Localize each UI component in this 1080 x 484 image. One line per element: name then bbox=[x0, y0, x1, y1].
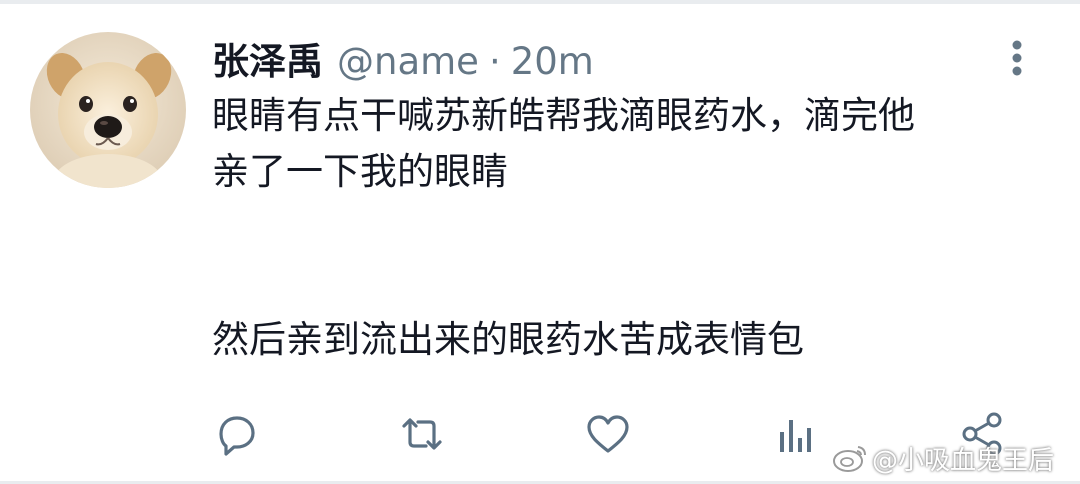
watermark-text: @小吸血鬼王后 bbox=[872, 446, 1055, 476]
heart-icon bbox=[587, 415, 629, 453]
timestamp[interactable]: 20m bbox=[511, 36, 594, 88]
tweet-body: 眼睛有点干喊苏新皓帮我滴眼药水，滴完他 亲了一下我的眼睛 然后亲到流出来的眼药水… bbox=[212, 88, 1032, 368]
tweet-card: 张泽禹 @name · 20m 眼睛有点干喊苏新皓帮我滴眼药水，滴完他 亲了一下… bbox=[0, 0, 1080, 484]
like-button[interactable] bbox=[584, 410, 632, 458]
tweet-text-line: 然后亲到流出来的眼药水苦成表情包 bbox=[212, 318, 804, 361]
separator-dot: · bbox=[488, 40, 501, 83]
top-divider bbox=[0, 0, 1080, 4]
analytics-button[interactable] bbox=[772, 410, 820, 458]
avatar[interactable] bbox=[30, 32, 186, 188]
tweet-header: 张泽禹 @name · 20m bbox=[212, 36, 594, 88]
more-options-button[interactable] bbox=[1000, 38, 1034, 78]
tweet-text-line: 眼睛有点干喊苏新皓帮我滴眼药水，滴完他 bbox=[212, 94, 915, 137]
analytics-icon bbox=[780, 420, 811, 452]
tweet-text-line: 亲了一下我的眼睛 bbox=[212, 150, 508, 193]
author-name[interactable]: 张泽禹 bbox=[212, 36, 323, 88]
reply-icon bbox=[219, 416, 255, 456]
puppy-avatar-image bbox=[30, 32, 186, 188]
retweet-icon bbox=[402, 418, 442, 450]
weibo-logo-icon bbox=[832, 443, 868, 480]
more-vertical-icon bbox=[1012, 40, 1022, 76]
reply-button[interactable] bbox=[212, 410, 260, 458]
retweet-button[interactable] bbox=[398, 410, 446, 458]
watermark: @小吸血鬼王后 bbox=[832, 440, 1054, 480]
author-handle[interactable]: @name bbox=[337, 36, 479, 88]
